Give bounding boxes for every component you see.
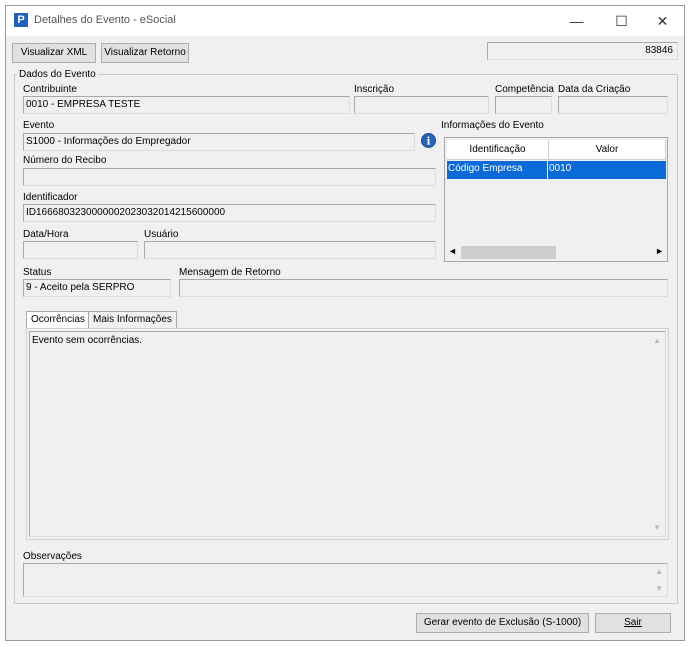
ocorrencias-text: Evento sem ocorrências. (32, 335, 143, 346)
svg-text:i: i (427, 137, 431, 148)
data-criacao-field[interactable] (558, 96, 668, 114)
status-label: Status (23, 267, 52, 278)
tab-panel-ocorrencias: Evento sem ocorrências. ▲ ▼ (26, 328, 669, 540)
numero-recibo-label: Número do Recibo (23, 155, 107, 166)
grid-cell-valor[interactable]: 0010 (548, 161, 666, 179)
event-id-field: 83846 (487, 42, 678, 60)
scroll-right-icon[interactable]: ► (655, 246, 664, 256)
grid-cell-identificacao[interactable]: Código Empresa (447, 161, 548, 179)
contribuinte-label: Contribuinte (23, 84, 77, 95)
status-field[interactable]: 9 - Aceito pela SERPRO (23, 279, 171, 297)
observacoes-label: Observações (23, 551, 82, 562)
scroll-down-icon[interactable]: ▼ (653, 523, 661, 532)
data-hora-label: Data/Hora (23, 229, 69, 240)
scroll-left-icon[interactable]: ◄ (448, 246, 457, 256)
usuario-field[interactable] (144, 241, 436, 259)
inscricao-label: Inscrição (354, 84, 395, 95)
scroll-up-icon[interactable]: ▲ (653, 336, 661, 345)
evento-label: Evento (23, 120, 55, 131)
tab-mais-informacoes[interactable]: Mais Informações (88, 311, 177, 329)
grid-header-valor[interactable]: Valor (549, 140, 666, 160)
numero-recibo-field[interactable] (23, 168, 436, 186)
view-return-button[interactable]: Visualizar Retorno (101, 43, 189, 63)
title-bar: P Detalhes do Evento - eSocial — ☐ ✕ (6, 6, 684, 36)
info-grid-title: Informações do Evento (441, 120, 544, 131)
observacoes-memo[interactable]: ▲ ▼ (23, 563, 668, 597)
event-data-group-title: Dados do Evento (17, 69, 98, 80)
competencia-field[interactable] (495, 96, 552, 114)
view-xml-button[interactable]: Visualizar XML (12, 43, 96, 63)
evento-field[interactable]: S1000 - Informações do Empregador (23, 133, 415, 151)
grid-header-identificacao[interactable]: Identificação (447, 140, 549, 160)
gerar-exclusao-button[interactable]: Gerar evento de Exclusão (S-1000) (416, 613, 589, 633)
data-criacao-label: Data da Criação (558, 84, 631, 95)
scroll-thumb[interactable] (461, 246, 556, 259)
competencia-label: Competência (495, 84, 554, 95)
app-logo-icon: P (14, 13, 28, 27)
contribuinte-field[interactable]: 0010 - EMPRESA TESTE (23, 96, 350, 114)
grid-horizontal-scrollbar[interactable]: ◄ ► (446, 245, 666, 260)
close-button[interactable]: ✕ (640, 6, 685, 36)
identificador-label: Identificador (23, 192, 78, 203)
data-hora-field[interactable] (23, 241, 138, 259)
mensagem-retorno-field[interactable] (179, 279, 668, 297)
info-grid[interactable]: Identificação Valor Código Empresa 0010 … (444, 137, 668, 262)
obs-scroll-up-icon[interactable]: ▲ (655, 567, 663, 576)
tab-ocorrencias[interactable]: Ocorrências (26, 311, 90, 329)
maximize-button[interactable]: ☐ (599, 6, 644, 36)
usuario-label: Usuário (144, 229, 179, 240)
event-details-window: P Detalhes do Evento - eSocial — ☐ ✕ Vis… (5, 5, 685, 641)
identificador-field[interactable]: ID1666803230000002023032014215600000 (23, 204, 436, 222)
minimize-button[interactable]: — (554, 6, 599, 36)
obs-scroll-down-icon[interactable]: ▼ (655, 584, 663, 593)
mensagem-retorno-label: Mensagem de Retorno (179, 267, 281, 278)
info-icon[interactable]: i (421, 133, 436, 148)
sair-button[interactable]: Sair (595, 613, 671, 633)
inscricao-field[interactable] (354, 96, 489, 114)
window-title: Detalhes do Evento - eSocial (34, 14, 176, 26)
ocorrencias-memo[interactable]: Evento sem ocorrências. ▲ ▼ (29, 331, 666, 537)
